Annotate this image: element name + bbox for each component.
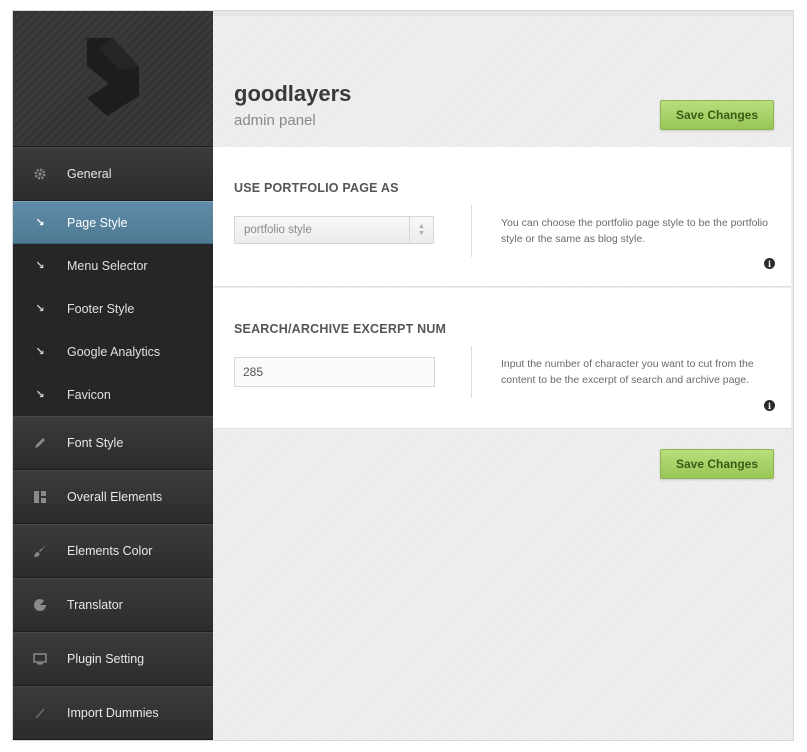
nav-sections: Font Style Overall Elements Elements Col… (13, 416, 213, 740)
sidebar-item-plugin-setting[interactable]: Plugin Setting (13, 632, 213, 686)
translator-icon (13, 598, 67, 612)
sidebar-subitem-label: Favicon (67, 387, 111, 402)
sidebar-item-translator[interactable]: Translator (13, 578, 213, 632)
sidebar-item-label: Plugin Setting (67, 652, 145, 666)
sidebar-item-label: Elements Color (67, 544, 153, 558)
sidebar-subitem-label: Menu Selector (67, 258, 148, 273)
sidebar-item-label: General (67, 167, 112, 181)
sidebar-item-label: Translator (67, 598, 123, 612)
main-content: goodlayers admin panel Save Changes USE … (213, 11, 793, 740)
sidebar-item-elements-color[interactable]: Elements Color (13, 524, 213, 578)
excerpt-num-input[interactable] (234, 357, 435, 387)
gear-icon (13, 167, 67, 181)
option-panel-portfolio: USE PORTFOLIO PAGE AS portfolio style ▲ ▼… (213, 147, 791, 287)
info-icon[interactable]: i (764, 258, 775, 269)
select-value: portfolio style (244, 224, 312, 236)
sidebar-subitem-label: Footer Style (67, 301, 135, 316)
sidebar-item-label: Font Style (67, 436, 124, 450)
sidebar-item-overall-elements[interactable]: Overall Elements (13, 470, 213, 524)
option-description: You can choose the portfolio page style … (501, 217, 768, 245)
arrow-down-right-icon: ↘ (35, 260, 45, 272)
sidebar-subitem-favicon[interactable]: ↘ Favicon (13, 373, 213, 416)
sidebar-subitem-label: Google Analytics (67, 344, 161, 359)
portfolio-style-select[interactable]: portfolio style ▲ ▼ (234, 216, 434, 244)
divider (471, 346, 472, 398)
sidebar: General ↘ Page Style ↘ Menu Selector ↘ F… (13, 11, 213, 740)
arrow-down-right-icon: ↘ (35, 303, 45, 315)
arrow-down-right-icon: ↘ (35, 346, 45, 358)
divider (471, 205, 472, 257)
select-arrows-icon: ▲ ▼ (409, 217, 433, 243)
sidebar-subitem-menu-selector[interactable]: ↘ Menu Selector (13, 244, 213, 287)
monitor-icon (13, 652, 67, 666)
option-title: USE PORTFOLIO PAGE AS (234, 181, 399, 195)
top-strip (213, 11, 793, 16)
page-subtitle: admin panel (234, 112, 316, 129)
save-button-top[interactable]: Save Changes (660, 100, 774, 130)
sidebar-subitem-page-style[interactable]: ↘ Page Style (13, 201, 213, 244)
logo-area (13, 11, 213, 147)
sidebar-subitem-google-analytics[interactable]: ↘ Google Analytics (13, 330, 213, 373)
sidebar-item-label: Overall Elements (67, 490, 163, 504)
sidebar-item-label: Import Dummies (67, 706, 159, 720)
option-title: SEARCH/ARCHIVE EXCERPT NUM (234, 322, 447, 336)
arrow-down-right-icon: ↘ (35, 217, 45, 229)
sidebar-subitem-footer-style[interactable]: ↘ Footer Style (13, 287, 213, 330)
save-button-bottom[interactable]: Save Changes (660, 449, 774, 479)
option-panel-excerpt: SEARCH/ARCHIVE EXCERPT NUM Input the num… (213, 288, 791, 429)
layout-icon (13, 490, 67, 504)
slash-icon (13, 706, 67, 720)
admin-window: General ↘ Page Style ↘ Menu Selector ↘ F… (12, 10, 794, 741)
option-description: Input the number of character you want t… (501, 358, 754, 386)
nav-group-general: General ↘ Page Style ↘ Menu Selector ↘ F… (13, 147, 213, 416)
goodlayers-logo (87, 38, 139, 116)
info-icon[interactable]: i (764, 400, 775, 411)
page-title: goodlayers (234, 81, 352, 106)
brush-icon (13, 544, 67, 558)
sidebar-item-import-dummies[interactable]: Import Dummies (13, 686, 213, 740)
sidebar-item-general[interactable]: General (13, 147, 213, 201)
sidebar-subitem-label: Page Style (67, 215, 128, 230)
pencil-icon (13, 436, 67, 450)
sidebar-item-font-style[interactable]: Font Style (13, 416, 213, 470)
arrow-down-right-icon: ↘ (35, 389, 45, 401)
